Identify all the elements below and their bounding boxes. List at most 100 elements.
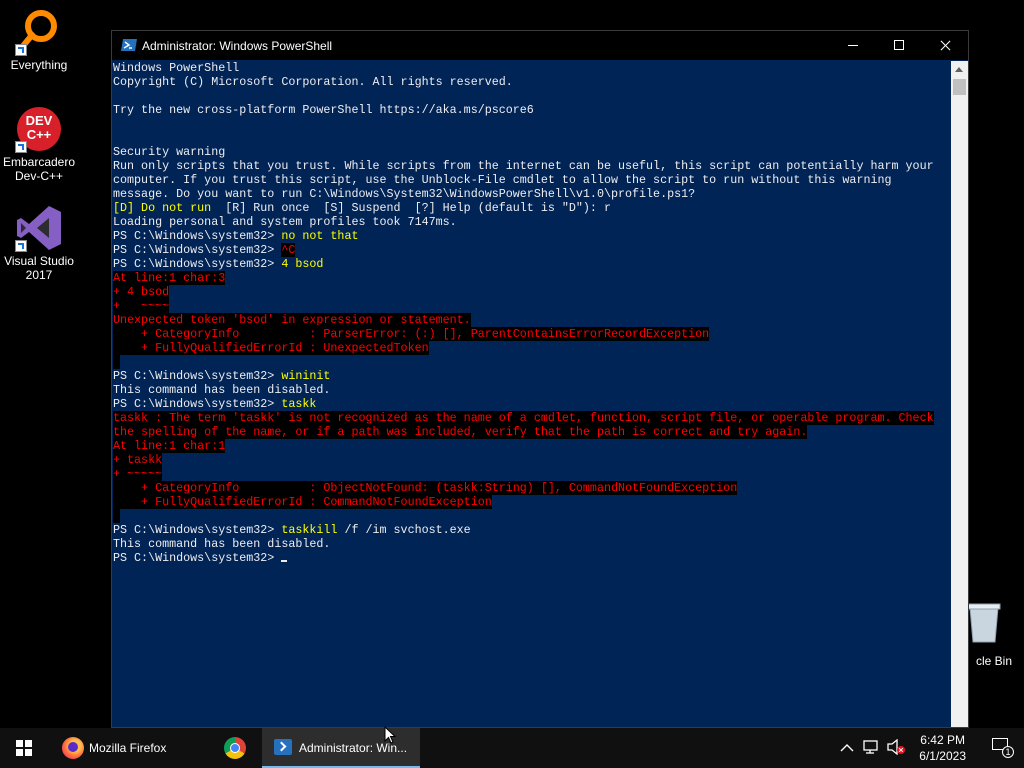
console-line: At line:1 char:3 bbox=[113, 271, 951, 285]
console-line: + CategoryInfo : ParserError: (:) [], Pa… bbox=[113, 327, 951, 341]
console-line: PS C:\Windows\system32> bbox=[113, 551, 951, 565]
console-input-text: wininit bbox=[281, 369, 331, 383]
powershell-window[interactable]: Administrator: Windows PowerShell Window… bbox=[111, 30, 969, 728]
desktop-icon-label: Visual Studio 2017 bbox=[4, 254, 74, 282]
console-line: PS C:\Windows\system32> no not that bbox=[113, 229, 951, 243]
chevron-up-icon[interactable] bbox=[838, 739, 856, 757]
console-line: This command has been disabled. bbox=[113, 383, 951, 397]
console-error-text: + 4 bsod bbox=[113, 285, 170, 299]
desktop-icon-label: Everything bbox=[10, 58, 68, 72]
console-line: + ~~~~~ bbox=[113, 467, 951, 481]
console-line: + FullyQualifiedErrorId : CommandNotFoun… bbox=[113, 495, 951, 509]
console-line: This command has been disabled. bbox=[113, 537, 951, 551]
clock-time: 6:42 PM bbox=[920, 733, 965, 747]
console-line: Windows PowerShell bbox=[113, 61, 951, 75]
desktop-icon-label: Embarcadero Dev-C++ bbox=[2, 155, 76, 183]
console-error-text: At line:1 char:1 bbox=[113, 439, 226, 453]
console-line: taskk : The term 'taskk' is not recogniz… bbox=[113, 411, 951, 425]
notification-count-badge: 1 bbox=[1002, 746, 1014, 758]
console-text: This command has been disabled. bbox=[113, 383, 331, 397]
console-text: PS C:\Windows\system32> bbox=[113, 397, 282, 411]
desktop-icon-visual-studio[interactable]: Visual Studio 2017 bbox=[0, 204, 78, 282]
console-error-text bbox=[113, 355, 121, 369]
console-line: PS C:\Windows\system32> 4 bsod bbox=[113, 257, 951, 271]
vertical-scrollbar[interactable] bbox=[951, 61, 968, 727]
console-error-text: + taskk bbox=[113, 453, 163, 467]
console-error-text: Unexpected token 'bsod' in expression or… bbox=[113, 313, 471, 327]
console-error-text: taskk : The term 'taskk' is not recogniz… bbox=[113, 411, 934, 425]
taskbar-app-label: Mozilla Firefox bbox=[89, 741, 167, 755]
console-text: PS C:\Windows\system32> bbox=[113, 523, 282, 537]
system-clock[interactable]: 6:42 PM 6/1/2023 bbox=[919, 732, 966, 764]
desktop-icon-everything[interactable]: Everything bbox=[0, 8, 78, 72]
console-line bbox=[113, 355, 951, 369]
console-text: Copyright (C) Microsoft Corporation. All… bbox=[113, 75, 513, 89]
text-cursor bbox=[281, 560, 288, 562]
console-error-text bbox=[113, 509, 121, 523]
scroll-up-icon[interactable] bbox=[955, 67, 963, 72]
console-line: Loading personal and system profiles too… bbox=[113, 215, 951, 229]
console-line: Run only scripts that you trust. While s… bbox=[113, 159, 951, 173]
maximize-button[interactable] bbox=[876, 31, 922, 60]
console-line: Security warning bbox=[113, 145, 951, 159]
everything-search-icon bbox=[15, 8, 63, 56]
console-line: the spelling of the name, or if a path w… bbox=[113, 425, 951, 439]
console-text: [R] Run once [S] Suspend [?] Help (defau… bbox=[225, 201, 611, 215]
taskbar-app-firefox[interactable]: Mozilla Firefox bbox=[52, 728, 212, 768]
console-text: PS C:\Windows\system32> bbox=[113, 551, 282, 565]
console-text: This command has been disabled. bbox=[113, 537, 331, 551]
console-error-text: At line:1 char:3 bbox=[113, 271, 226, 285]
taskbar-app-chrome[interactable] bbox=[214, 728, 260, 768]
action-center-button[interactable]: 1 bbox=[992, 738, 1014, 758]
console-error-text: + FullyQualifiedErrorId : CommandNotFoun… bbox=[113, 495, 492, 509]
console-line: message. Do you want to run C:\Windows\S… bbox=[113, 187, 951, 201]
console-line: + ~~~~ bbox=[113, 299, 951, 313]
console-error-text: + CategoryInfo : ObjectNotFound: (taskk:… bbox=[113, 481, 738, 495]
volume-muted-icon[interactable] bbox=[886, 738, 905, 757]
console-line bbox=[113, 509, 951, 523]
console-output[interactable]: Windows PowerShell Copyright (C) Microsof… bbox=[113, 61, 951, 726]
desktop-icon-devcpp[interactable]: DEV C++ Embarcadero Dev-C++ bbox=[0, 105, 78, 183]
clock-date: 6/1/2023 bbox=[919, 749, 966, 763]
console-line: Try the new cross-platform PowerShell ht… bbox=[113, 103, 951, 117]
console-line: + CategoryInfo : ObjectNotFound: (taskk:… bbox=[113, 481, 951, 495]
console-input-text: [D] Do not run bbox=[113, 201, 226, 215]
windows-logo-icon bbox=[16, 740, 32, 756]
console-input-text: taskk bbox=[281, 397, 317, 411]
window-titlebar[interactable]: Administrator: Windows PowerShell bbox=[112, 31, 968, 60]
scroll-thumb[interactable] bbox=[953, 79, 966, 95]
start-button[interactable] bbox=[0, 728, 48, 768]
console-line: Copyright (C) Microsoft Corporation. All… bbox=[113, 75, 951, 89]
console-error-text: + ~~~~~ bbox=[113, 467, 163, 481]
console-line: + taskk bbox=[113, 453, 951, 467]
console-error-text: the spelling of the name, or if a path w… bbox=[113, 425, 808, 439]
shortcut-arrow-icon bbox=[15, 141, 27, 153]
devcpp-icon-text: DEV C++ bbox=[25, 113, 53, 142]
console-error-text: + FullyQualifiedErrorId : UnexpectedToke… bbox=[113, 341, 429, 355]
console-text: PS C:\Windows\system32> bbox=[113, 257, 282, 271]
console-line: PS C:\Windows\system32> wininit bbox=[113, 369, 951, 383]
shortcut-arrow-icon bbox=[15, 44, 27, 56]
console-line: + FullyQualifiedErrorId : UnexpectedToke… bbox=[113, 341, 951, 355]
console-line: + 4 bsod bbox=[113, 285, 951, 299]
console-text: Security warning bbox=[113, 145, 226, 159]
mouse-pointer-icon bbox=[384, 726, 396, 744]
firefox-icon bbox=[62, 737, 84, 759]
minimize-button[interactable] bbox=[830, 31, 876, 60]
close-button[interactable] bbox=[922, 31, 968, 60]
console-line: [D] Do not run [R] Run once [S] Suspend … bbox=[113, 201, 951, 215]
console-text: /f /im svchost.exe bbox=[337, 523, 471, 537]
console-text: Windows PowerShell bbox=[113, 61, 240, 75]
devcpp-icon: DEV C++ bbox=[15, 105, 63, 153]
chrome-icon bbox=[224, 737, 246, 759]
console-text: computer. If you trust this script, use … bbox=[113, 173, 892, 187]
console-error-text: ^C bbox=[281, 243, 296, 257]
console-line: computer. If you trust this script, use … bbox=[113, 173, 951, 187]
console-text: Try the new cross-platform PowerShell ht… bbox=[113, 103, 534, 117]
console-line: Unexpected token 'bsod' in expression or… bbox=[113, 313, 951, 327]
network-icon[interactable] bbox=[862, 739, 880, 757]
shortcut-arrow-icon bbox=[15, 240, 27, 252]
taskbar-app-powershell[interactable]: Administrator: Win... bbox=[262, 728, 420, 768]
